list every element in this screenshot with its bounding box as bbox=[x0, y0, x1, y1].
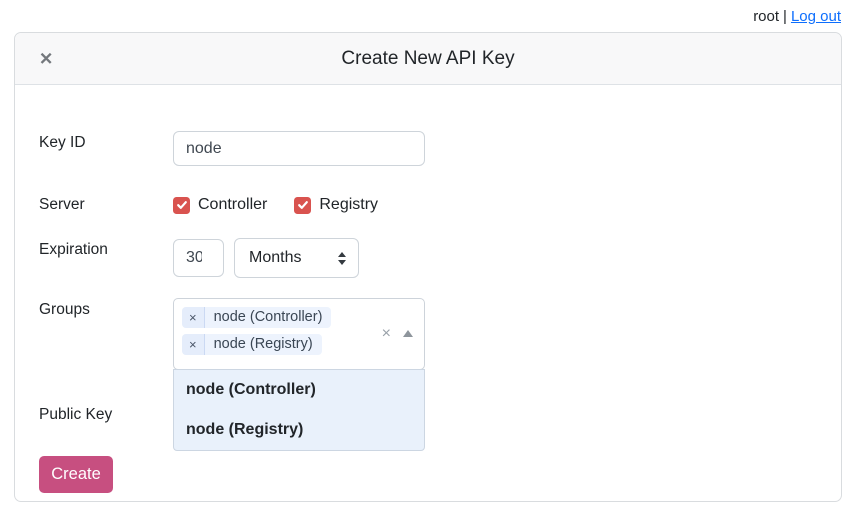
registry-checkbox-label: Registry bbox=[319, 196, 378, 214]
tag-label: node (Controller) bbox=[205, 307, 332, 328]
public-key-row: Public Key bbox=[39, 403, 817, 424]
groups-label: Groups bbox=[39, 298, 173, 319]
groups-dropdown: node (Controller) node (Registry) bbox=[173, 369, 425, 451]
tag-label: node (Registry) bbox=[205, 334, 322, 355]
public-key-label: Public Key bbox=[39, 403, 173, 424]
expiration-unit-value: Months bbox=[249, 249, 301, 267]
dropdown-caret-up-icon[interactable] bbox=[403, 330, 413, 337]
modal-body: Key ID Server Controller Registry bbox=[15, 85, 841, 493]
server-checkbox-group: Controller Registry bbox=[173, 196, 378, 214]
expiration-controls: 30 Months bbox=[173, 238, 359, 278]
controller-checkbox[interactable]: Controller bbox=[173, 196, 267, 214]
key-id-label: Key ID bbox=[39, 131, 173, 152]
server-row: Server Controller Registry bbox=[39, 196, 817, 214]
selected-tag: × node (Controller) bbox=[182, 307, 331, 328]
close-button[interactable]: ✕ bbox=[39, 50, 53, 67]
dropdown-option-registry[interactable]: node (Registry) bbox=[174, 410, 424, 450]
clear-selection-icon[interactable]: × bbox=[382, 326, 391, 342]
expiration-label: Expiration bbox=[39, 238, 173, 259]
checkbox-checked-icon bbox=[173, 197, 190, 214]
groups-row: Groups × node (Controller) × node (Regis… bbox=[39, 298, 817, 370]
checkbox-checked-icon bbox=[294, 197, 311, 214]
logout-link[interactable]: Log out bbox=[791, 8, 841, 25]
selected-tag: × node (Registry) bbox=[182, 334, 322, 355]
expiration-value-input[interactable]: 30 bbox=[173, 239, 224, 277]
remove-tag-icon[interactable]: × bbox=[182, 334, 205, 355]
controller-checkbox-label: Controller bbox=[198, 196, 267, 214]
dropdown-option-controller[interactable]: node (Controller) bbox=[174, 370, 424, 410]
expiration-value: 30 bbox=[186, 249, 202, 267]
user-session-bar: root|Log out bbox=[753, 8, 841, 25]
groups-multiselect[interactable]: × node (Controller) × node (Registry) × … bbox=[173, 298, 425, 370]
modal-header: ✕ Create New API Key bbox=[15, 33, 841, 85]
modal-title: Create New API Key bbox=[341, 48, 514, 70]
expiration-unit-select[interactable]: Months bbox=[234, 238, 359, 278]
close-icon: ✕ bbox=[39, 49, 53, 68]
select-up-down-icon bbox=[338, 252, 346, 265]
remove-tag-icon[interactable]: × bbox=[182, 307, 205, 328]
username-label: root bbox=[753, 8, 779, 25]
separator: | bbox=[783, 8, 787, 25]
create-api-key-modal: ✕ Create New API Key Key ID Server Contr… bbox=[14, 32, 842, 502]
expiration-row: Expiration 30 Months bbox=[39, 238, 817, 278]
registry-checkbox[interactable]: Registry bbox=[294, 196, 378, 214]
create-button[interactable]: Create bbox=[39, 456, 113, 493]
key-id-row: Key ID bbox=[39, 131, 817, 166]
key-id-input[interactable] bbox=[173, 131, 425, 166]
server-label: Server bbox=[39, 196, 173, 214]
